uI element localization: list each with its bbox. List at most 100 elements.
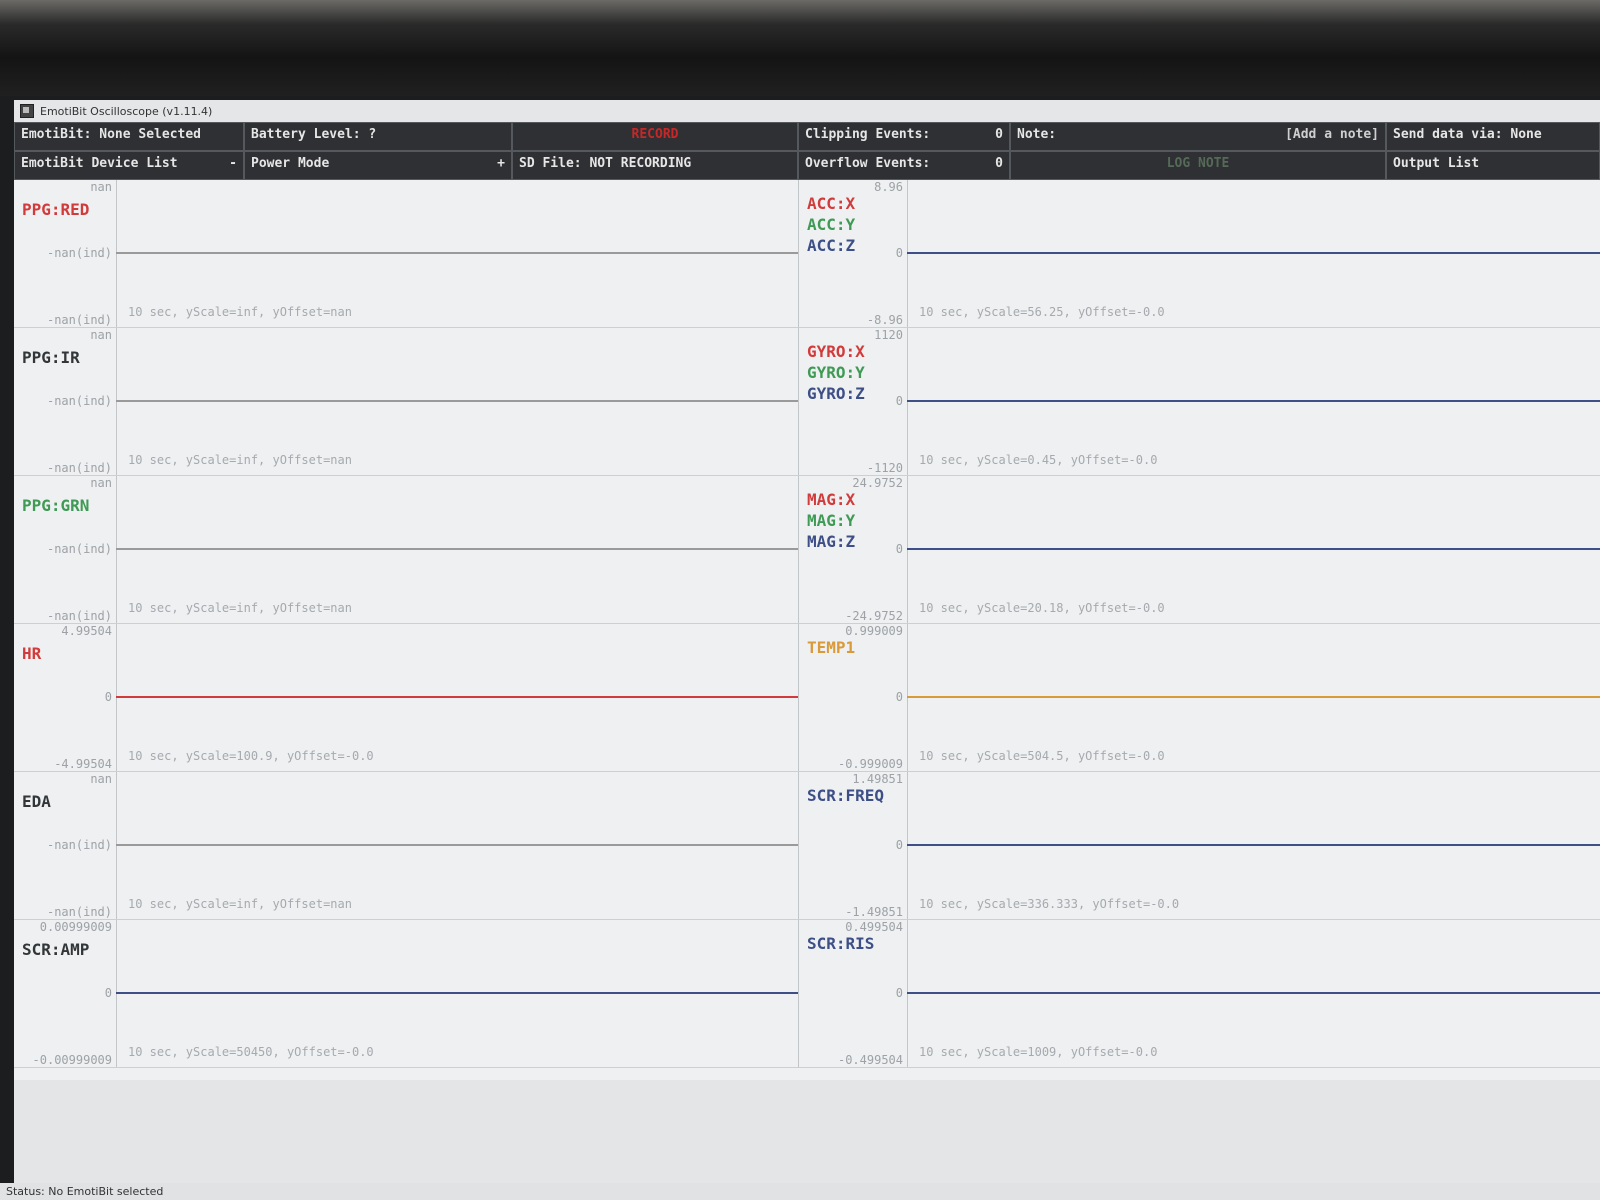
plot-panel: 0.00999009 0 -0.00999009 SCR:AMP 10 sec, ySc… [14, 920, 798, 1068]
y-axis-max: nan [90, 476, 112, 490]
signal-trace [907, 844, 1600, 846]
graph-canvas: 10 sec, yScale=50450, yOffset=-0.0 [116, 920, 798, 1067]
scale-info: 10 sec, yScale=56.25, yOffset=-0.0 [919, 305, 1165, 319]
channel-label: TEMP1 [807, 638, 856, 657]
channel-label: ACC:X [807, 194, 856, 213]
y-axis-mid: 0 [895, 394, 903, 408]
y-axis-min: -0.00999009 [32, 1053, 112, 1067]
y-axis-min: -nan(ind) [46, 609, 112, 623]
graph-canvas: 10 sec, yScale=100.9, yOffset=-0.0 [116, 624, 798, 771]
channel-label: ACC:Y [807, 215, 856, 234]
y-axis-mid: -nan(ind) [46, 542, 112, 556]
note-placeholder: [Add a note] [1285, 127, 1379, 142]
y-axis-min: -1.49851 [845, 905, 903, 919]
y-axis-mid: 0 [895, 690, 903, 704]
plot-panel: nan -nan(ind) -nan(ind) PPG:RED 10 sec, ySca… [14, 180, 798, 328]
plot-panel: 8.96 0 -8.96 ACC:X ACC:Y ACC:Z 10 sec, yScale=… [798, 180, 1600, 328]
channel-label: GYRO:Y [807, 363, 865, 382]
scale-info: 10 sec, yScale=336.333, yOffset=-0.0 [919, 897, 1180, 911]
channel-label: PPG:RED [22, 200, 90, 219]
overflow-label: Overflow Events: [805, 156, 931, 171]
log-note-button[interactable]: LOG NOTE [1010, 151, 1386, 180]
send-data-dropdown[interactable]: Send data via: None [1386, 122, 1600, 151]
y-axis-mid: 0 [895, 838, 903, 852]
record-label: RECORD [631, 127, 679, 142]
y-axis-min: -1120 [866, 461, 903, 475]
scale-info: 10 sec, yScale=inf, yOffset=nan [128, 453, 352, 467]
graph-canvas: 10 sec, yScale=336.333, yOffset=-0.0 [907, 772, 1600, 919]
y-axis-min: -0.499504 [837, 1053, 903, 1067]
y-axis: 1.49851 0 -1.49851 SCR:FREQ [799, 772, 908, 919]
sd-file-label: SD File: NOT RECORDING [519, 156, 692, 171]
device-selected-label: EmotiBit: None Selected [21, 127, 202, 142]
channel-label: PPG:IR [22, 348, 80, 367]
output-list-toggle[interactable]: Output List [1386, 151, 1600, 180]
y-axis-min: -8.96 [866, 313, 903, 327]
graph-canvas: 10 sec, yScale=56.25, yOffset=-0.0 [907, 180, 1600, 327]
signal-trace [907, 252, 1600, 254]
y-axis: 4.99504 0 -4.99504 HR [14, 624, 117, 771]
plot-panel: 4.99504 0 -4.99504 HR 10 sec, yScale=100.9, … [14, 624, 798, 772]
channel-label: MAG:Z [807, 532, 856, 551]
graph-canvas: 10 sec, yScale=inf, yOffset=nan [116, 476, 798, 623]
minus-icon: - [229, 156, 237, 171]
plot-area: nan -nan(ind) -nan(ind) PPG:RED 10 sec, ySca… [14, 180, 1600, 1080]
y-axis: nan -nan(ind) -nan(ind) PPG:RED [14, 180, 117, 327]
y-axis-mid: 0 [895, 246, 903, 260]
note-label: Note: [1017, 127, 1057, 142]
signal-trace [116, 548, 798, 550]
scale-info: 10 sec, yScale=100.9, yOffset=-0.0 [128, 749, 374, 763]
y-axis: 0.499504 0 -0.499504 SCR:RIS [799, 920, 908, 1067]
y-axis-mid: 0 [104, 986, 112, 1000]
y-axis: nan -nan(ind) -nan(ind) EDA [14, 772, 117, 919]
monitor-bezel [0, 0, 1600, 96]
window-title: EmotiBit Oscilloscope (v1.11.4) [40, 104, 213, 118]
signal-trace [907, 548, 1600, 550]
battery-level-label: Battery Level: ? [251, 127, 377, 142]
scale-info: 10 sec, yScale=inf, yOffset=nan [128, 601, 352, 615]
send-data-label: Send data via: None [1393, 127, 1542, 142]
y-axis: nan -nan(ind) -nan(ind) PPG:IR [14, 328, 117, 475]
power-mode-label: Power Mode [251, 156, 330, 171]
graph-canvas: 10 sec, yScale=inf, yOffset=nan [116, 772, 798, 919]
note-input[interactable]: Note: [Add a note] [1010, 122, 1386, 151]
signal-trace [907, 400, 1600, 402]
channel-label: SCR:AMP [22, 940, 90, 959]
y-axis-max: 8.96 [874, 180, 903, 194]
signal-trace [907, 992, 1600, 994]
y-axis-min: -nan(ind) [46, 461, 112, 475]
clipping-value: 0 [995, 127, 1003, 142]
channel-label: SCR:FREQ [807, 786, 885, 805]
scale-info: 10 sec, yScale=0.45, yOffset=-0.0 [919, 453, 1158, 467]
power-mode-toggle[interactable]: Power Mode + [244, 151, 512, 180]
channel-label: HR [22, 644, 42, 663]
y-axis: 0.999009 0 -0.999009 TEMP1 [799, 624, 908, 771]
signal-trace [116, 400, 798, 402]
scale-info: 10 sec, yScale=504.5, yOffset=-0.0 [919, 749, 1165, 763]
plot-panel: 0.999009 0 -0.999009 TEMP1 10 sec, yScale=50… [798, 624, 1600, 772]
clipping-label: Clipping Events: [805, 127, 931, 142]
y-axis-mid: 0 [104, 690, 112, 704]
output-list-label: Output List [1393, 156, 1480, 171]
record-button[interactable]: RECORD [512, 122, 798, 151]
app-icon [20, 104, 34, 118]
plot-panel: nan -nan(ind) -nan(ind) PPG:IR 10 sec, yScal… [14, 328, 798, 476]
channel-label: GYRO:Z [807, 384, 865, 403]
signal-trace [116, 992, 798, 994]
title-bar: EmotiBit Oscilloscope (v1.11.4) [14, 100, 1600, 123]
signal-trace [116, 696, 798, 698]
signal-trace [116, 844, 798, 846]
y-axis: 1120 0 -1120 GYRO:X GYRO:Y GYRO:Z [799, 328, 908, 475]
plot-panel: 1.49851 0 -1.49851 SCR:FREQ 10 sec, yScale=3… [798, 772, 1600, 920]
y-axis-max: 24.9752 [852, 476, 903, 490]
graph-canvas: 10 sec, yScale=504.5, yOffset=-0.0 [907, 624, 1600, 771]
device-list-toggle[interactable]: EmotiBit Device List - [14, 151, 244, 180]
y-axis: 24.9752 0 -24.9752 MAG:X MAG:Y MAG:Z [799, 476, 908, 623]
y-axis-max: 0.999009 [845, 624, 903, 638]
graph-canvas: 10 sec, yScale=0.45, yOffset=-0.0 [907, 328, 1600, 475]
graph-canvas: 10 sec, yScale=20.18, yOffset=-0.0 [907, 476, 1600, 623]
device-selected-dropdown[interactable]: EmotiBit: None Selected [14, 122, 244, 151]
y-axis-max: 0.499504 [845, 920, 903, 934]
channel-label: ACC:Z [807, 236, 856, 255]
y-axis-min: -0.999009 [837, 757, 903, 771]
